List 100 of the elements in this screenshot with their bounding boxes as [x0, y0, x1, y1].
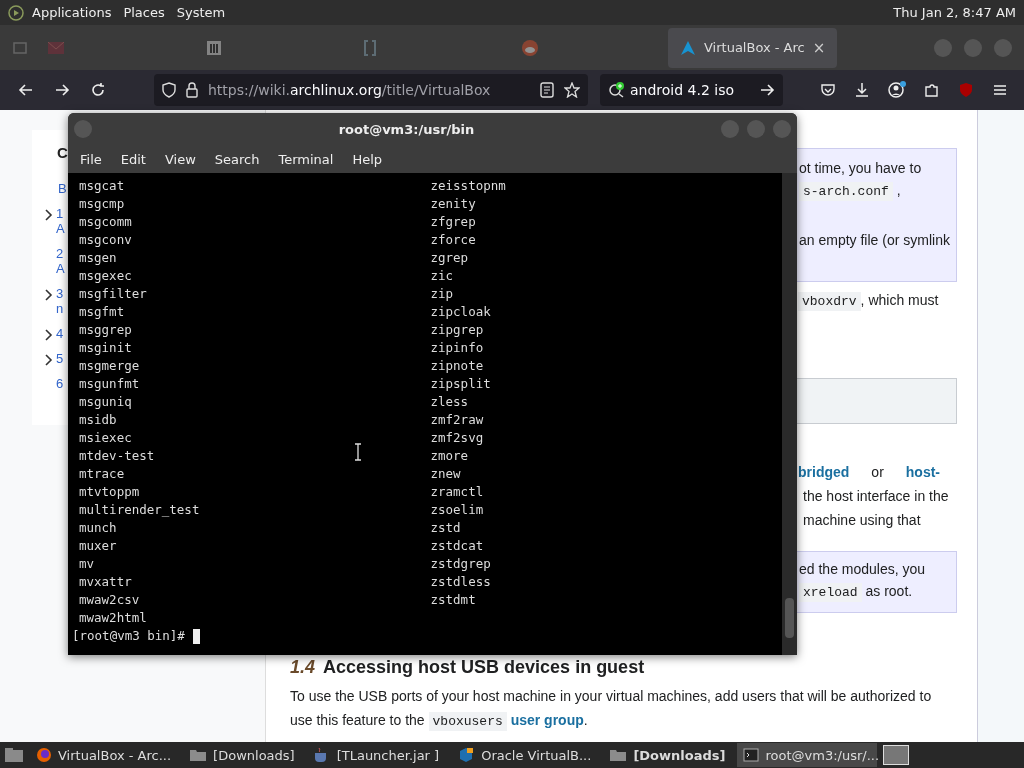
terminal-output: msggrep [79, 322, 132, 337]
toc-number[interactable]: 5 [56, 351, 64, 366]
arrow-right-icon[interactable] [759, 82, 775, 98]
chevron-icon[interactable] [45, 354, 53, 366]
body-paragraph: To use the USB ports of your host machine in your virtual machines, add users that will be authorized to use this feature to the vboxusers user group. [290, 687, 933, 733]
terminal-output: mtdev-test [79, 448, 155, 463]
terminal-output: zmore [430, 448, 469, 463]
taskbar-button[interactable]: [Downloads] [603, 743, 732, 767]
scrollbar[interactable] [782, 173, 797, 655]
reload-icon[interactable] [90, 82, 106, 98]
window-title: root@vm3:/usr/bin [337, 121, 476, 137]
folder-icon [609, 748, 628, 762]
terminal-output: mtvtoppm [79, 484, 140, 499]
terminal-output: msgunfmt [79, 376, 140, 391]
note-text: , [896, 182, 901, 198]
toc-number[interactable]: 3 [56, 286, 64, 301]
terminal-output: znew [430, 466, 461, 481]
terminal-output: msguniq [79, 394, 132, 409]
taskbar-button[interactable]: [Downloads] [183, 743, 301, 767]
toc-number[interactable]: 1 [56, 206, 64, 221]
menu-item[interactable]: Help [352, 151, 383, 167]
account-icon[interactable] [888, 81, 906, 99]
workspace-switcher[interactable] [883, 745, 910, 765]
url-text: https://wiki.archlinux.org/title/VirtualBox [208, 82, 492, 98]
toc-link[interactable]: A [56, 221, 65, 236]
terminal-output: multirender_test [79, 502, 200, 517]
menu-item[interactable]: View [164, 151, 196, 167]
taskbar-button[interactable]: root@vm3:/usr/... [737, 743, 878, 767]
terminal-output: zipcloak [430, 304, 491, 319]
terminal-output: msgcomm [79, 214, 132, 229]
toc-link[interactable]: n [56, 301, 64, 316]
menu-item[interactable]: Edit [120, 151, 146, 167]
text-cursor [192, 628, 200, 644]
body-text: , which must [860, 292, 939, 308]
shield-icon [162, 82, 176, 98]
search-field[interactable]: android 4.2 iso [600, 74, 783, 106]
back-icon[interactable] [18, 82, 34, 98]
star-icon[interactable] [564, 82, 580, 98]
puzzle-icon[interactable] [924, 82, 940, 98]
terminal-output: zip [430, 286, 454, 301]
terminal-output: zstd [430, 520, 461, 535]
taskbar-button[interactable]: Oracle VirtualB... [451, 743, 598, 767]
pillars-icon [206, 39, 222, 56]
terminal-output: zipsplit [430, 376, 491, 391]
toc-link[interactable]: A [56, 261, 65, 276]
envelope-icon [48, 41, 64, 54]
panel-menu[interactable]: System [176, 5, 226, 20]
scrollbar-thumb[interactable] [785, 598, 794, 638]
menu-item[interactable]: Search [214, 151, 260, 167]
menu-item[interactable]: Terminal [278, 151, 334, 167]
terminal-output: munch [79, 520, 117, 535]
terminal-output: zipinfo [430, 340, 484, 355]
address-bar[interactable]: https://wiki.archlinux.org/title/VirtualBox [154, 74, 588, 106]
terminal-output: zmf2raw [430, 412, 484, 427]
forward-icon[interactable] [54, 82, 70, 98]
menu-icon[interactable] [992, 82, 1008, 98]
search-icon [608, 82, 626, 98]
terminal-output: zmf2svg [430, 430, 484, 445]
terminal-output: msgmerge [79, 358, 140, 373]
panel-menu[interactable]: Places [123, 5, 165, 20]
host-link[interactable]: host- [905, 460, 940, 484]
chevron-icon[interactable] [45, 209, 53, 221]
round-logo-icon [522, 39, 538, 56]
logo-icon[interactable] [8, 4, 24, 21]
body-text: or [871, 463, 884, 482]
terminal-output: msgfilter [79, 286, 147, 301]
inline-code: xreload [799, 583, 862, 602]
terminal-output: zstdless [430, 574, 491, 589]
terminal-output: zstdmt [430, 592, 476, 607]
toc-link[interactable]: B [58, 181, 67, 196]
terminal-output: zstdcat [430, 538, 484, 553]
terminal-output: msgcmp [79, 196, 125, 211]
toc-number[interactable]: 4 [56, 326, 64, 341]
toc-number[interactable]: 6 [56, 376, 64, 391]
panel-menu[interactable]: Applications [32, 5, 112, 20]
menu-item[interactable]: File [80, 151, 102, 167]
section-number: 1.4 [290, 657, 316, 678]
cube-icon [457, 747, 476, 763]
terminal-output: zeisstopnm [430, 178, 506, 193]
taskbar-button[interactable]: [TLauncher.jar ] [306, 743, 446, 767]
toc-number[interactable]: 2 [56, 246, 64, 261]
terminal-icon [743, 748, 760, 762]
pocket-icon[interactable] [820, 82, 836, 98]
terminal-output: mwaw2html [79, 610, 147, 625]
lock-icon [186, 82, 198, 98]
taskbar-button[interactable]: VirtualBox - Arc... [30, 743, 178, 767]
browser-tab[interactable]: VirtualBox - Arc × [668, 27, 838, 68]
terminal-output: msgfmt [79, 304, 125, 319]
show-desktop-icon[interactable] [4, 747, 24, 763]
close-icon[interactable]: × [812, 38, 826, 57]
user-group-link[interactable]: user group [510, 712, 584, 728]
chevron-icon[interactable] [45, 329, 53, 341]
terminal-output: mvxattr [79, 574, 132, 589]
body-text: the host interface in the [803, 487, 949, 506]
terminal-output: mwaw2csv [79, 592, 140, 607]
bridged-link[interactable]: bridged [798, 460, 850, 484]
reader-view-icon[interactable] [540, 82, 554, 98]
terminal-output: zramctl [430, 484, 484, 499]
download-icon[interactable] [854, 82, 870, 98]
chevron-icon[interactable] [45, 289, 53, 301]
